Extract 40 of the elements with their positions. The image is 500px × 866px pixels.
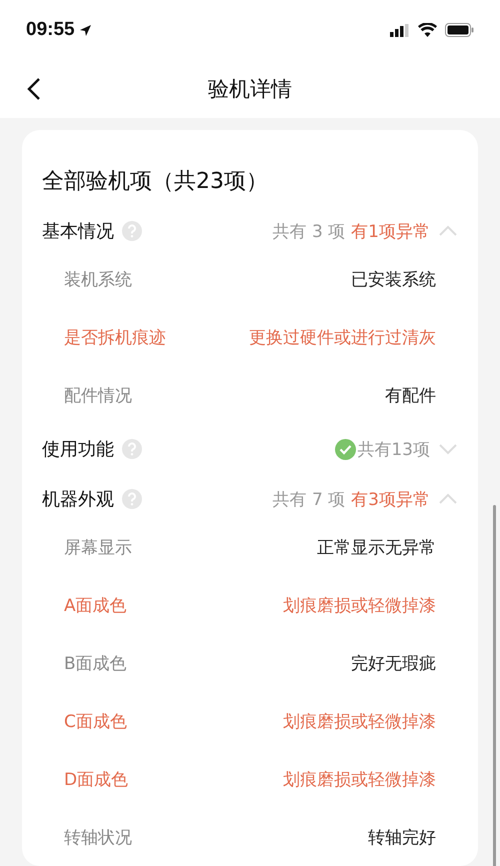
item-label: D面成色 [64,768,128,790]
item-count: 共有 3 项 [272,220,346,242]
section-title: 使用功能 [42,438,114,461]
item-count: 共有 7 项 [272,488,346,510]
item-label: B面成色 [64,652,127,674]
help-icon[interactable] [122,489,142,509]
item-label: C面成色 [64,710,127,732]
item-value: 划痕磨损或轻微掉漆 [283,710,436,732]
item-value: 有配件 [385,384,436,406]
abnormal-count: 有3项异常 [351,488,430,510]
back-icon [27,77,41,101]
abnormal-count: 有1项异常 [351,220,430,242]
chevron-icon[interactable] [438,225,458,237]
section-title: 基本情况 [42,220,114,243]
card-title: 全部验机项（共23项） [42,168,269,196]
help-icon[interactable] [122,439,142,459]
battery-icon [445,23,474,37]
help-icon[interactable] [122,221,142,241]
item-value: 更换过硬件或进行过清灰 [249,326,436,348]
wifi-icon [418,23,437,37]
item-label: 转轴状况 [64,826,132,848]
item-value: 正常显示无异常 [317,536,436,558]
item-value: 转轴完好 [368,826,436,848]
item-label: A面成色 [64,594,127,616]
chevron-icon[interactable] [438,493,458,505]
location-icon [78,24,92,36]
page-title: 验机详情 [208,76,292,103]
item-value: 划痕磨损或轻微掉漆 [283,768,436,790]
item-value: 已安装系统 [351,268,436,290]
item-label: 装机系统 [64,268,132,290]
item-value: 完好无瑕疵 [351,652,436,674]
item-label: 是否拆机痕迹 [64,326,166,348]
status-time: 09:55 [26,19,75,41]
chevron-icon[interactable] [438,443,458,455]
item-label: 屏幕显示 [64,536,132,558]
section-title: 机器外观 [42,488,114,511]
item-count: 共有13项 [357,438,430,460]
signal-icon [390,24,410,36]
item-value: 划痕磨损或轻微掉漆 [283,594,436,616]
item-label: 配件情况 [64,384,132,406]
